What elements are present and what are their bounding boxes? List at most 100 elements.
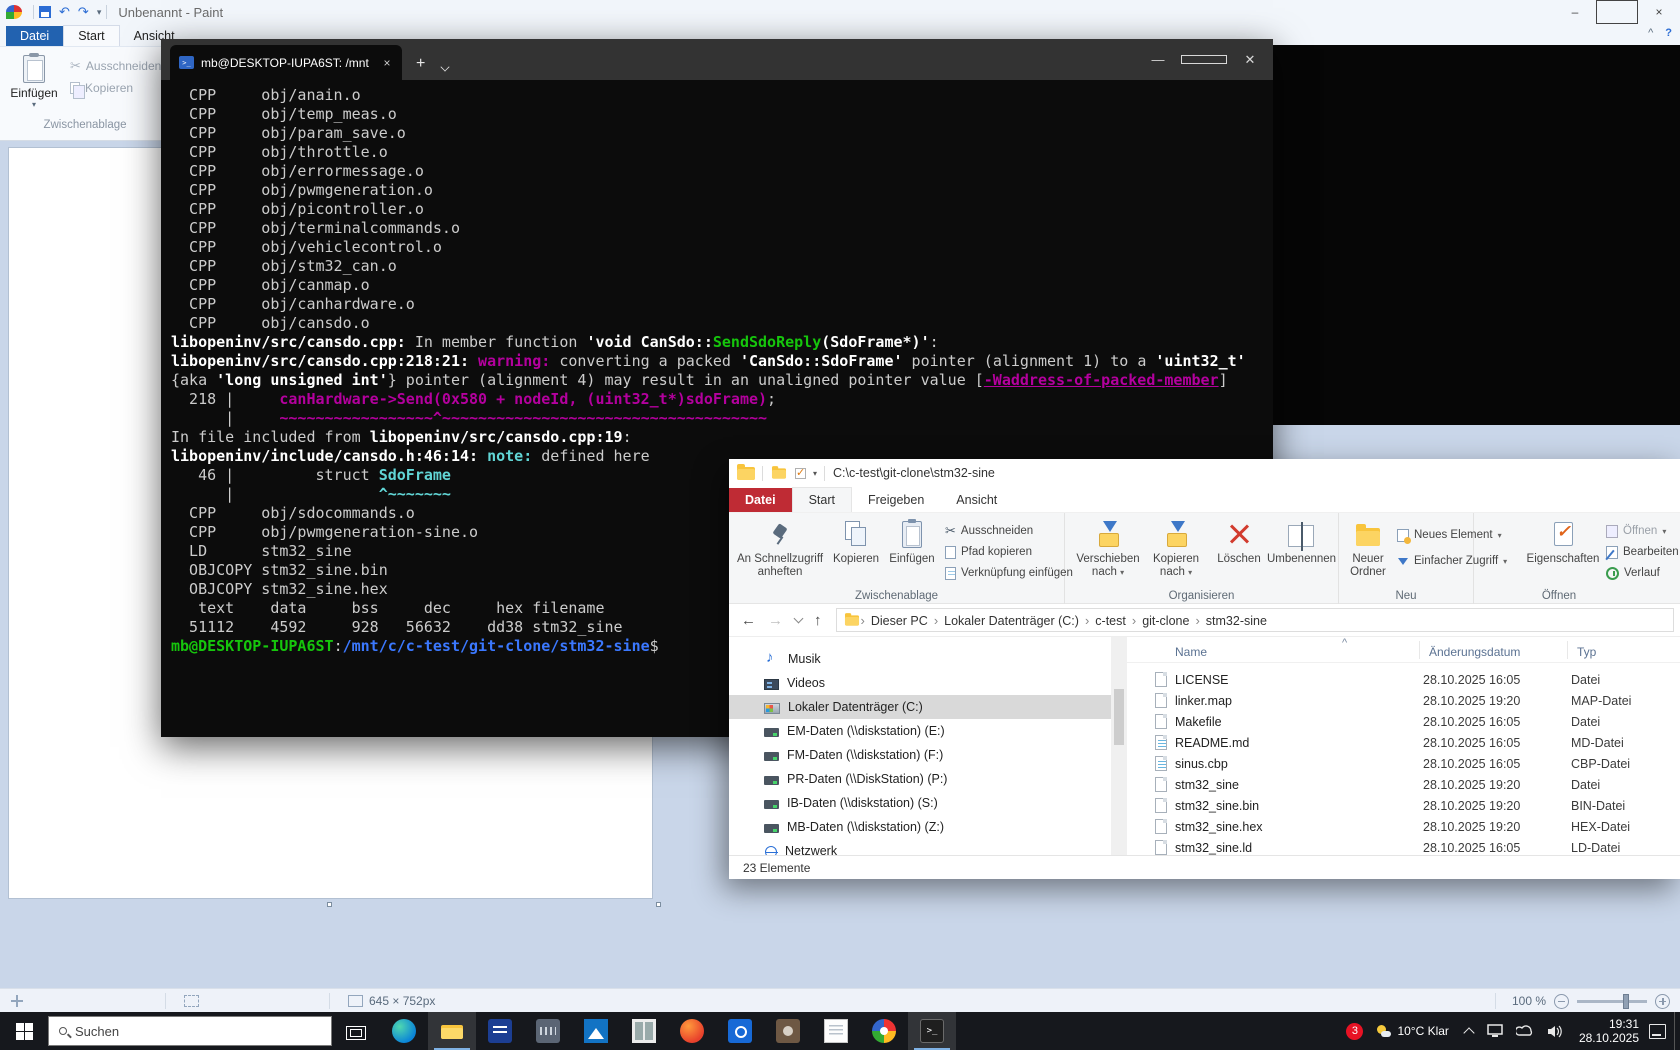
volume-icon[interactable] — [1547, 1025, 1562, 1038]
sidebar-item[interactable]: Lokaler Datenträger (C:) — [729, 695, 1111, 719]
canvas-resize-handle-corner[interactable] — [656, 902, 661, 907]
notification-badge[interactable]: 3 — [1346, 1023, 1363, 1040]
task-view-button[interactable] — [332, 1012, 380, 1050]
table-row[interactable]: stm32_sine28.10.2025 19:20Datei — [1127, 774, 1680, 795]
column-header-date[interactable]: Änderungsdatum — [1429, 645, 1520, 659]
network-icon[interactable] — [1487, 1024, 1503, 1038]
history-button[interactable]: Verlauf — [1606, 563, 1660, 583]
show-desktop-button[interactable] — [1674, 1012, 1680, 1050]
zoom-out-button[interactable] — [1554, 994, 1569, 1009]
breadcrumb-item[interactable]: git-clone — [1136, 614, 1195, 628]
start-button[interactable] — [0, 1012, 48, 1050]
pin-to-quick-access-button[interactable]: An Schnellzugriff anheften — [733, 517, 827, 579]
table-row[interactable]: LICENSE28.10.2025 16:05Datei — [1127, 669, 1680, 690]
explorer-tab-file[interactable]: Datei — [729, 488, 792, 512]
sidebar-item[interactable]: PR-Daten (\\DiskStation) (P:) — [729, 767, 1111, 791]
sidebar-item[interactable]: EM-Daten (\\diskstation) (E:) — [729, 719, 1111, 743]
grid-app-button[interactable] — [620, 1012, 668, 1050]
new-tab-button[interactable]: + — [416, 55, 425, 73]
zoom-slider-thumb[interactable] — [1623, 994, 1629, 1009]
tab-dropdown-icon[interactable] — [441, 62, 450, 71]
sidebar-item[interactable]: FM-Daten (\\diskstation) (F:) — [729, 743, 1111, 767]
paint-app-button[interactable] — [860, 1012, 908, 1050]
zoom-slider[interactable] — [1577, 1000, 1647, 1003]
move-to-button[interactable]: Verschieben nach ▾ — [1073, 517, 1143, 579]
sidebar-item[interactable]: MB-Daten (\\diskstation) (Z:) — [729, 815, 1111, 839]
help-icon[interactable]: ? — [1665, 27, 1672, 39]
explorer-tab-view[interactable]: Ansicht — [940, 488, 1013, 512]
terminal-tab[interactable]: >_ mb@DESKTOP-IUPA6ST: /mnt × — [170, 45, 402, 80]
terminal-maximize-button[interactable] — [1181, 39, 1227, 80]
weather-widget[interactable]: 10°C Klar — [1377, 1024, 1449, 1038]
terminal-close-button[interactable]: ✕ — [1227, 39, 1273, 80]
copy-button[interactable]: Kopieren — [829, 517, 883, 566]
cut-button[interactable]: ✂ Ausschneiden — [70, 55, 161, 77]
paint-close-button[interactable]: × — [1638, 0, 1680, 24]
paste-button[interactable]: Einfügen — [885, 517, 939, 566]
sidebar-item[interactable]: IB-Daten (\\diskstation) (S:) — [729, 791, 1111, 815]
blue-dot-app-button[interactable] — [716, 1012, 764, 1050]
table-row[interactable]: README.md28.10.2025 16:05MD-Datei — [1127, 732, 1680, 753]
qat-dropdown-icon[interactable]: ▾ — [97, 7, 102, 18]
photos-app-button[interactable] — [572, 1012, 620, 1050]
paint-tab-file[interactable]: Datei — [6, 26, 63, 46]
address-bar[interactable]: ›Dieser PC›Lokaler Datenträger (C:)›c-te… — [836, 608, 1675, 632]
table-row[interactable]: linker.map28.10.2025 19:20MAP-Datei — [1127, 690, 1680, 711]
cut-button[interactable]: ✂ Ausschneiden — [945, 521, 1033, 541]
terminal-minimize-button[interactable]: — — [1135, 39, 1181, 80]
breadcrumb-item[interactable]: c-test — [1089, 614, 1132, 628]
redo-icon[interactable]: ↷ — [78, 6, 89, 18]
zoom-in-button[interactable] — [1655, 994, 1670, 1009]
clock[interactable]: 19:31 28.10.2025 — [1579, 1017, 1639, 1045]
table-row[interactable]: stm32_sine.hex28.10.2025 19:20HEX-Datei — [1127, 816, 1680, 837]
column-header-name[interactable]: Name — [1175, 645, 1207, 659]
edit-button[interactable]: Bearbeiten — [1606, 542, 1679, 562]
edge-browser-button[interactable] — [380, 1012, 428, 1050]
properties-checkbox-icon[interactable] — [795, 468, 806, 479]
keyboard-app-button[interactable] — [524, 1012, 572, 1050]
copy-button[interactable]: Kopieren — [70, 77, 161, 99]
recent-locations-icon[interactable] — [794, 614, 804, 624]
file-explorer-button[interactable] — [428, 1012, 476, 1050]
new-folder-button[interactable]: Neuer Ordner — [1343, 517, 1393, 579]
explorer-tab-home[interactable]: Start — [792, 487, 852, 512]
delete-button[interactable]: Löschen — [1213, 517, 1265, 566]
forward-button[interactable]: → — [768, 612, 783, 629]
paint-maximize-button[interactable] — [1596, 0, 1638, 24]
blue-app-button[interactable] — [476, 1012, 524, 1050]
back-button[interactable]: ← — [741, 612, 756, 629]
table-row[interactable]: Makefile28.10.2025 16:05Datei — [1127, 711, 1680, 732]
action-center-icon[interactable] — [1649, 1024, 1666, 1039]
sidebar-item[interactable]: Musik — [729, 647, 1111, 671]
column-header-type[interactable]: Typ — [1577, 645, 1596, 659]
paint-minimize-button[interactable]: – — [1554, 0, 1596, 24]
tab-close-icon[interactable]: × — [378, 56, 396, 70]
onedrive-icon[interactable] — [1516, 1025, 1534, 1037]
sidebar-scrollbar[interactable] — [1111, 637, 1127, 855]
camera-app-button[interactable] — [764, 1012, 812, 1050]
table-row[interactable]: sinus.cbp28.10.2025 16:05CBP-Datei — [1127, 753, 1680, 774]
qat-dropdown-icon[interactable]: ▾ — [813, 469, 817, 478]
sidebar-item[interactable]: Videos — [729, 671, 1111, 695]
copy-to-button[interactable]: Kopieren nach ▾ — [1145, 517, 1207, 579]
open-button[interactable]: Öffnen ▾ — [1606, 521, 1666, 541]
sidebar-item[interactable]: Netzwerk — [729, 839, 1111, 855]
properties-button[interactable]: Eigenschaften — [1524, 517, 1602, 566]
search-input[interactable]: Suchen — [48, 1016, 332, 1046]
paint-tab-home[interactable]: Start — [63, 25, 119, 46]
folder-icon[interactable] — [772, 468, 786, 478]
notepad-app-button[interactable] — [812, 1012, 860, 1050]
hidden-icons-chevron[interactable] — [1463, 1027, 1474, 1038]
save-icon[interactable] — [39, 6, 51, 18]
ribbon-collapse-icon[interactable]: ^ — [1648, 27, 1653, 39]
table-row[interactable]: stm32_sine.bin28.10.2025 19:20BIN-Datei — [1127, 795, 1680, 816]
scrollbar-thumb[interactable] — [1114, 689, 1124, 745]
paste-shortcut-button[interactable]: Verknüpfung einfügen — [945, 563, 1073, 583]
rename-button[interactable]: Umbenennen — [1267, 517, 1335, 566]
red-app-button[interactable] — [668, 1012, 716, 1050]
windows-terminal-button[interactable]: >_ — [908, 1012, 956, 1050]
undo-icon[interactable]: ↶ — [59, 6, 70, 18]
up-button[interactable]: ↑ — [814, 612, 822, 629]
breadcrumb-item[interactable]: Lokaler Datenträger (C:) — [938, 614, 1085, 628]
breadcrumb-item[interactable]: Dieser PC — [865, 614, 934, 628]
